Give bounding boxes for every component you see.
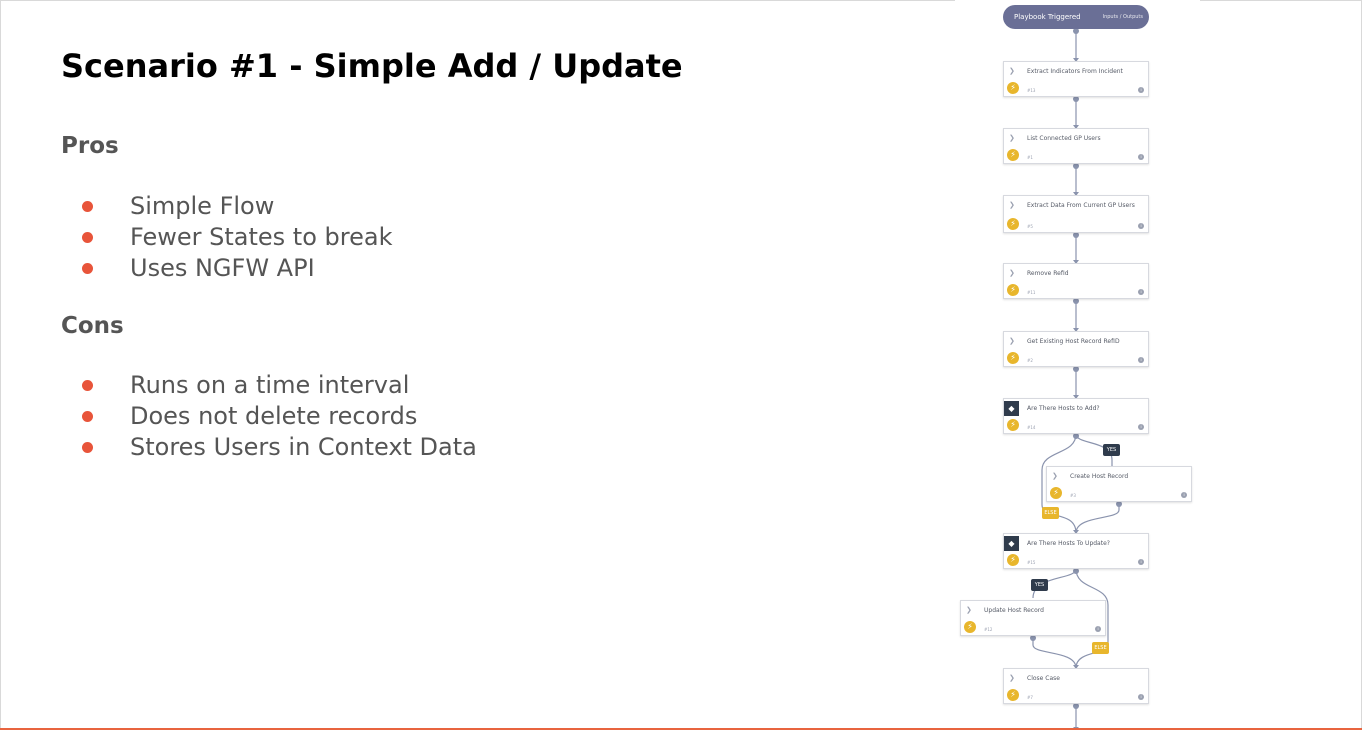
automation-bolt-icon: ⚡ xyxy=(1007,218,1019,230)
chevron-right-icon: ❯ xyxy=(966,606,972,614)
info-icon[interactable]: i xyxy=(1095,626,1101,632)
inputs-outputs-link[interactable]: Inputs / Outputs xyxy=(1103,5,1143,29)
automation-bolt-icon: ⚡ xyxy=(1050,487,1062,499)
condition-diamond-icon: ◆ xyxy=(1004,536,1019,551)
chevron-right-icon: ❯ xyxy=(1009,134,1015,142)
task-node[interactable]: ❯ Update Host Record ⚡ #12 i xyxy=(960,600,1106,636)
bullet-icon xyxy=(82,442,93,453)
task-node[interactable]: ❯ Extract Indicators From Incident ⚡ #13… xyxy=(1003,61,1149,97)
pros-heading: Pros xyxy=(61,133,119,159)
chevron-right-icon: ❯ xyxy=(1009,269,1015,277)
condition-node[interactable]: ◆ Are There Hosts to Add? ⚡ #14 i xyxy=(1003,398,1149,434)
chevron-right-icon: ❯ xyxy=(1009,201,1015,209)
automation-bolt-icon: ⚡ xyxy=(1007,149,1019,161)
task-node[interactable]: ❯ Get Existing Host Record RefID ⚡ #2 i xyxy=(1003,331,1149,367)
info-icon[interactable]: i xyxy=(1138,424,1144,430)
chevron-right-icon: ❯ xyxy=(1009,67,1015,75)
yes-branch-tag: YES xyxy=(1103,444,1120,456)
info-icon[interactable]: i xyxy=(1138,694,1144,700)
yes-branch-tag: YES xyxy=(1031,579,1048,591)
chevron-right-icon: ❯ xyxy=(1009,337,1015,345)
bullet-icon xyxy=(82,411,93,422)
task-node[interactable]: ❯ Create Host Record ⚡ #3 i xyxy=(1046,466,1192,502)
task-node[interactable]: ❯ Extract Data From Current GP Users ⚡ #… xyxy=(1003,195,1149,233)
info-icon[interactable]: i xyxy=(1181,492,1187,498)
chevron-right-icon: ❯ xyxy=(1052,472,1058,480)
info-icon[interactable]: i xyxy=(1138,87,1144,93)
slide-title: Scenario #1 - Simple Add / Update xyxy=(61,47,683,85)
info-icon[interactable]: i xyxy=(1138,357,1144,363)
playbook-diagram: Playbook Triggered Inputs / Outputs ❯ Ex… xyxy=(955,0,1200,730)
else-branch-tag: ELSE xyxy=(1042,507,1059,519)
automation-bolt-icon: ⚡ xyxy=(1007,284,1019,296)
cons-heading: Cons xyxy=(61,313,124,339)
automation-bolt-icon: ⚡ xyxy=(964,621,976,633)
task-node[interactable]: ❯ Remove RefId ⚡ #11 i xyxy=(1003,263,1149,299)
else-branch-tag: ELSE xyxy=(1092,642,1109,654)
playbook-trigger-node[interactable]: Playbook Triggered Inputs / Outputs xyxy=(1003,5,1149,29)
chevron-right-icon: ❯ xyxy=(1009,674,1015,682)
info-icon[interactable]: i xyxy=(1138,289,1144,295)
bullet-icon xyxy=(82,380,93,391)
condition-diamond-icon: ◆ xyxy=(1004,401,1019,416)
condition-node[interactable]: ◆ Are There Hosts To Update? ⚡ #15 i xyxy=(1003,533,1149,569)
bullet-icon xyxy=(82,201,93,212)
automation-bolt-icon: ⚡ xyxy=(1007,82,1019,94)
automation-bolt-icon: ⚡ xyxy=(1007,352,1019,364)
automation-bolt-icon: ⚡ xyxy=(1007,419,1019,431)
info-icon[interactable]: i xyxy=(1138,223,1144,229)
automation-bolt-icon: ⚡ xyxy=(1007,554,1019,566)
info-icon[interactable]: i xyxy=(1138,154,1144,160)
automation-bolt-icon: ⚡ xyxy=(1007,689,1019,701)
task-node[interactable]: ❯ Close Case ⚡ #7 i xyxy=(1003,668,1149,704)
info-icon[interactable]: i xyxy=(1138,559,1144,565)
bullet-icon xyxy=(82,232,93,243)
task-node[interactable]: ❯ List Connected GP Users ⚡ #1 i xyxy=(1003,128,1149,164)
bullet-icon xyxy=(82,263,93,274)
